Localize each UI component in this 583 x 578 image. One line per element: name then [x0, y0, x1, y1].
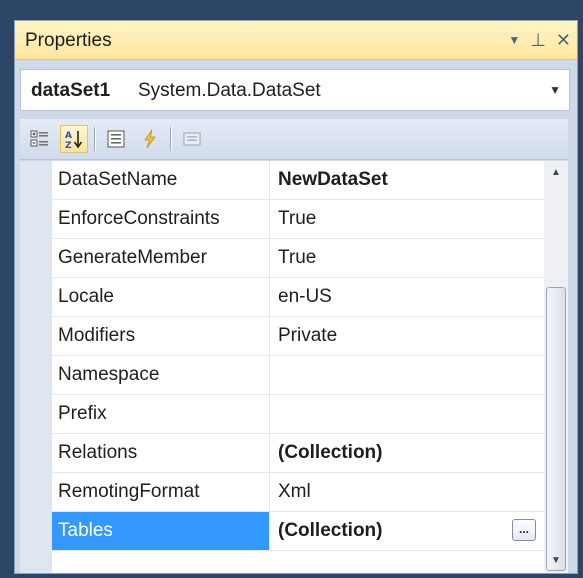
- property-name[interactable]: Tables: [52, 512, 270, 550]
- properties-panel: Properties ▼ ⊥ ✕ dataSet1 System.Data.Da…: [14, 20, 578, 574]
- property-row[interactable]: Prefix: [52, 395, 544, 434]
- property-name[interactable]: GenerateMember: [52, 239, 270, 277]
- window-frame: Properties ▼ ⊥ ✕ dataSet1 System.Data.Da…: [0, 0, 583, 578]
- property-row[interactable]: Locale en-US: [52, 278, 544, 317]
- property-name[interactable]: RemotingFormat: [52, 473, 270, 511]
- property-row[interactable]: Tables (Collection)...: [52, 512, 544, 551]
- property-name[interactable]: Modifiers: [52, 317, 270, 355]
- panel-title: Properties: [25, 30, 112, 51]
- grid-gutter: [20, 161, 52, 573]
- property-value[interactable]: (Collection)...: [272, 512, 544, 550]
- property-pages-icon[interactable]: [178, 125, 206, 153]
- pin-icon[interactable]: ⊥: [530, 30, 546, 51]
- property-value[interactable]: Private: [272, 317, 544, 355]
- property-name[interactable]: DataSetName: [52, 161, 270, 199]
- scroll-up-icon[interactable]: ▲: [544, 161, 568, 185]
- property-rows: DataSetName NewDataSet EnforceConstraints T…: [52, 161, 544, 551]
- scroll-thumb[interactable]: [546, 287, 566, 571]
- property-row[interactable]: RemotingFormat Xml: [52, 473, 544, 512]
- toolbar-separator: [94, 127, 95, 151]
- title-bar[interactable]: Properties ▼ ⊥ ✕: [15, 21, 577, 60]
- object-type: System.Data.DataSet: [138, 80, 321, 101]
- toolbar-separator: [170, 127, 171, 151]
- property-value-text: Private: [278, 325, 338, 346]
- alphabetical-icon[interactable]: A Z: [60, 125, 88, 153]
- chevron-down-icon[interactable]: ▼: [549, 83, 561, 97]
- properties-icon[interactable]: [102, 125, 130, 153]
- categorized-icon[interactable]: [26, 125, 54, 153]
- property-value[interactable]: True: [272, 239, 544, 277]
- property-name[interactable]: EnforceConstraints: [52, 200, 270, 238]
- ellipsis-button[interactable]: ...: [512, 519, 536, 541]
- property-value-text: Xml: [278, 481, 311, 502]
- events-icon[interactable]: [136, 125, 164, 153]
- property-value-text: True: [278, 247, 317, 268]
- close-icon[interactable]: ✕: [556, 30, 571, 51]
- property-value[interactable]: [272, 356, 544, 394]
- property-name[interactable]: Locale: [52, 278, 270, 316]
- property-value-text: NewDataSet: [278, 169, 388, 190]
- property-row[interactable]: GenerateMember True: [52, 239, 544, 278]
- property-value[interactable]: Xml: [272, 473, 544, 511]
- property-value[interactable]: en-US: [272, 278, 544, 316]
- property-value[interactable]: True: [272, 200, 544, 238]
- property-row[interactable]: EnforceConstraints True: [52, 200, 544, 239]
- property-value[interactable]: [272, 395, 544, 433]
- property-row[interactable]: Modifiers Private: [52, 317, 544, 356]
- property-value-text: (Collection): [278, 520, 383, 541]
- property-value[interactable]: NewDataSet: [272, 161, 544, 199]
- object-name: dataSet1: [31, 80, 111, 101]
- svg-text:Z: Z: [65, 141, 72, 150]
- property-row[interactable]: DataSetName NewDataSet: [52, 161, 544, 200]
- property-value-text: True: [278, 208, 317, 229]
- property-row[interactable]: Namespace: [52, 356, 544, 395]
- dropdown-icon[interactable]: ▼: [508, 33, 520, 47]
- property-name[interactable]: Prefix: [52, 395, 270, 433]
- title-bar-icons: ▼ ⊥ ✕: [508, 27, 571, 53]
- scroll-down-icon[interactable]: ▼: [544, 549, 568, 573]
- property-name[interactable]: Namespace: [52, 356, 270, 394]
- property-grid: DataSetName NewDataSet EnforceConstraints T…: [20, 161, 568, 573]
- property-name[interactable]: Relations: [52, 434, 270, 472]
- property-value-text: (Collection): [278, 442, 383, 463]
- property-value-text: en-US: [278, 286, 332, 307]
- property-row[interactable]: Relations (Collection): [52, 434, 544, 473]
- object-selector[interactable]: dataSet1 System.Data.DataSet ▼: [20, 69, 570, 111]
- properties-toolbar: A Z: [20, 119, 568, 160]
- svg-text:A: A: [65, 131, 72, 141]
- property-value[interactable]: (Collection): [272, 434, 544, 472]
- vertical-scrollbar[interactable]: ▲ ▼: [544, 161, 568, 573]
